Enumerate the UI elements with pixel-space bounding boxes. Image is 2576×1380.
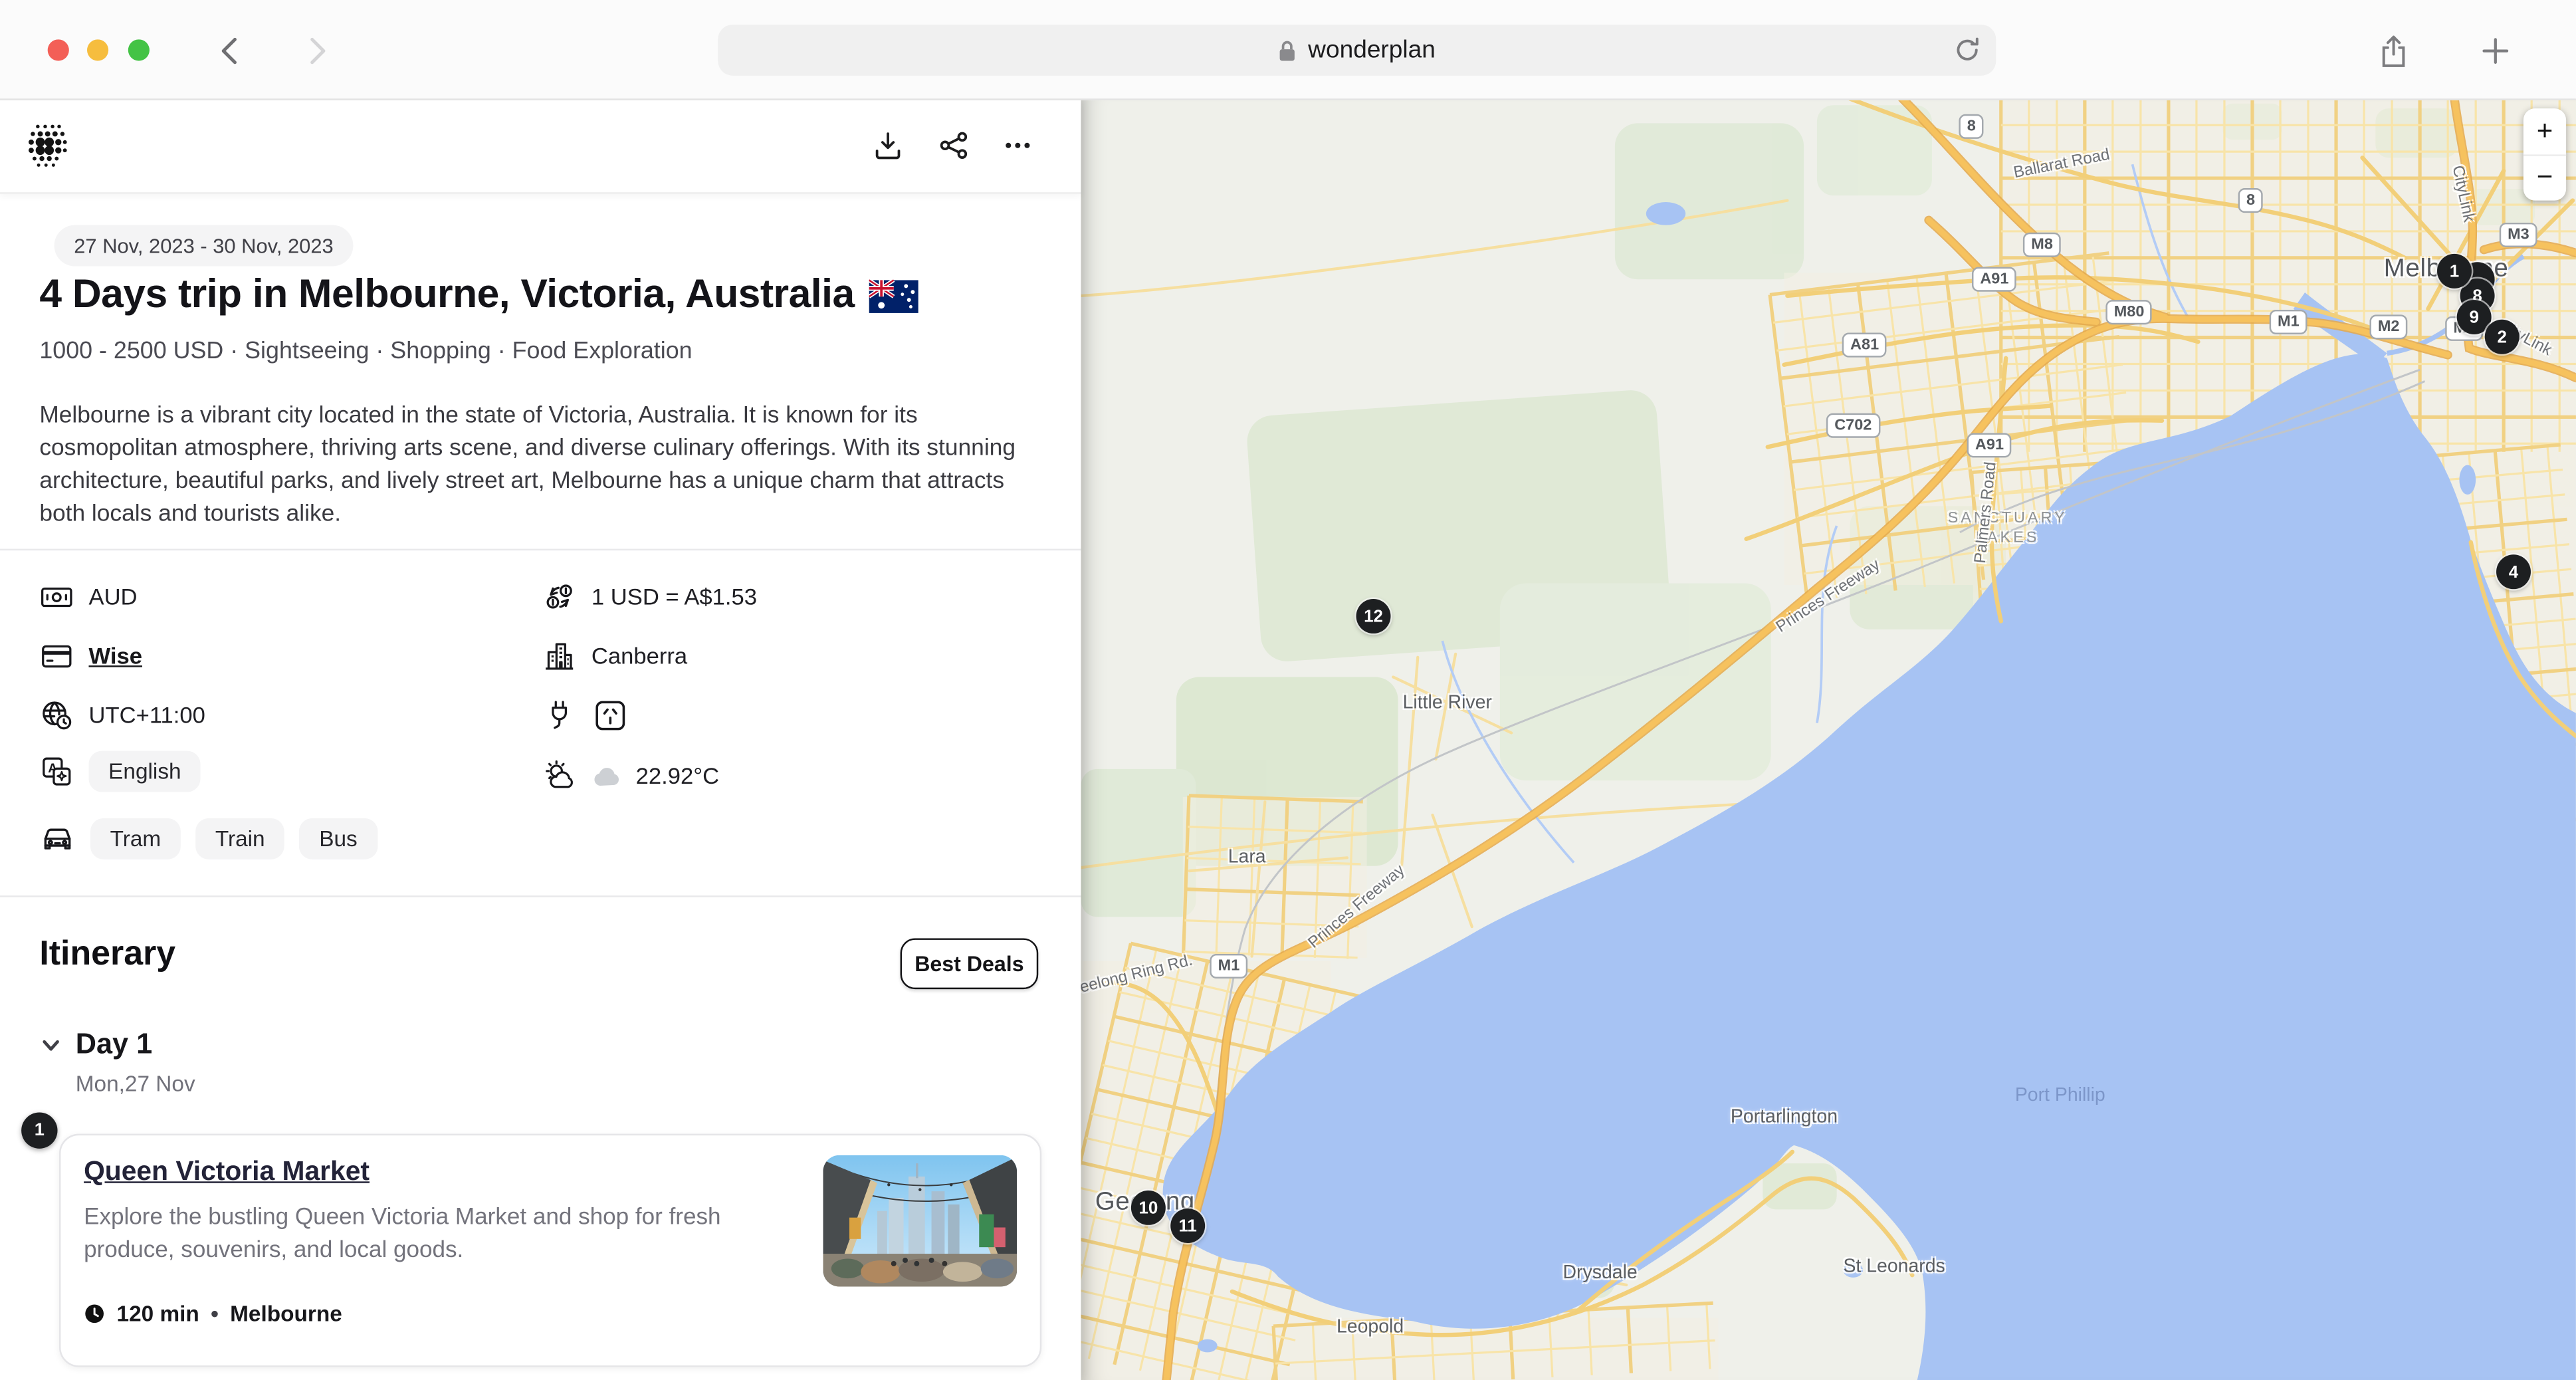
trip-description: Melbourne is a vibrant city located in t…: [39, 402, 1016, 528]
wise-link[interactable]: Wise: [88, 643, 142, 669]
zoom-out-button[interactable]: −: [2523, 154, 2567, 200]
fullscreen-window-button[interactable]: [128, 39, 150, 61]
map-label-leopold: Leopold: [1336, 1318, 1404, 1338]
language-tag: English: [88, 750, 201, 792]
new-tab-icon[interactable]: [2478, 33, 2514, 68]
transport-tag-tram: Tram: [90, 817, 181, 859]
map-marker-10[interactable]: 10: [1130, 1190, 1166, 1225]
browser-toolbar: wonderplan: [0, 0, 2576, 100]
map-zoom-control: + −: [2523, 108, 2567, 201]
reload-icon[interactable]: [1953, 36, 1981, 64]
activity-duration: 120 min: [116, 1301, 199, 1326]
address-bar[interactable]: wonderplan: [718, 25, 1996, 76]
power-socket-icon: [591, 696, 629, 734]
day-date: Mon,27 Nov: [75, 1071, 195, 1096]
share-page-icon[interactable]: [2375, 33, 2411, 68]
itinerary-heading: Itinerary: [39, 935, 176, 973]
wonderplan-logo-icon[interactable]: [23, 120, 72, 169]
map-label-sanctuary-lakes: SANCTUARY LAKES: [1947, 509, 2068, 548]
map-label-little-river: Little River: [1402, 693, 1492, 713]
panel-header: [0, 98, 1081, 194]
payment-row: Wise: [39, 633, 142, 679]
map-label-portarlington: Portarlington: [1730, 1107, 1838, 1127]
weather-row: 22.92°C: [542, 752, 719, 798]
url-text: wonderplan: [1308, 36, 1436, 64]
activity-card[interactable]: Queen Victoria Market Explore the bustli…: [58, 1133, 1042, 1367]
lock-icon: [1279, 39, 1297, 62]
route-shield-m3: M3: [2499, 222, 2538, 248]
minimize-window-button[interactable]: [87, 39, 109, 61]
day-1-toggle[interactable]: Day 1: [39, 1027, 152, 1062]
clock-icon: [84, 1303, 105, 1324]
transport-tags: Tram Train Bus: [90, 817, 377, 859]
more-options-icon[interactable]: [997, 125, 1036, 164]
sun-cloud-icon: [542, 758, 578, 794]
transport-row: Tram Train Bus: [39, 815, 377, 861]
car-icon: [39, 820, 75, 856]
forward-button[interactable]: [300, 35, 333, 67]
route-shield-c702: C702: [1826, 413, 1880, 438]
download-icon[interactable]: [867, 125, 907, 164]
route-shield-m80: M80: [2105, 300, 2153, 325]
translate-icon: A: [39, 753, 74, 788]
close-window-button[interactable]: [47, 39, 69, 61]
divider: [0, 548, 1081, 551]
share-trip-icon[interactable]: [933, 125, 972, 164]
separator-dot: •: [211, 1301, 219, 1326]
map-marker-12[interactable]: 12: [1356, 599, 1391, 633]
route-shield-m8: M8: [2022, 232, 2062, 257]
language-row: A English: [39, 748, 201, 794]
globe-clock-icon: [39, 697, 74, 732]
map-label-lara: Lara: [1228, 848, 1266, 868]
map-marker-11[interactable]: 11: [1170, 1208, 1206, 1243]
route-shield-m2: M2: [2369, 314, 2408, 340]
route-shield-a91: A91: [1971, 267, 2017, 292]
back-button[interactable]: [213, 35, 246, 67]
date-range-badge: 27 Nov, 2023 - 30 Nov, 2023: [54, 225, 354, 267]
activity-photo: [823, 1155, 1018, 1287]
activity-location: Melbourne: [230, 1301, 342, 1326]
city-buildings-icon: [542, 638, 577, 673]
activity-title-link[interactable]: Queen Victoria Market: [84, 1157, 370, 1188]
transport-tag-train: Train: [195, 817, 285, 859]
trip-meta: 1000 - 2500 USD · Sightseeing · Shopping…: [39, 338, 693, 365]
capital-row: Canberra: [542, 633, 687, 679]
cloud-icon: [593, 765, 621, 786]
currency-row: AUD: [39, 574, 138, 620]
trip-panel: 27 Nov, 2023 - 30 Nov, 2023 4 Days trip …: [0, 98, 1081, 1380]
route-shield-8: 8: [1959, 114, 1985, 139]
credit-card-icon: [39, 638, 74, 673]
map-label-drysdale: Drysdale: [1562, 1263, 1638, 1284]
map-base-art: [1081, 98, 2576, 1380]
chevron-down-icon[interactable]: [39, 1033, 62, 1056]
divider: [0, 895, 1081, 897]
route-shield-8: 8: [2238, 188, 2264, 213]
australia-flag-icon: [869, 278, 919, 313]
activity-1-marker: 1: [21, 1112, 58, 1149]
map-label-port-phillip: Port Phillip: [2014, 1086, 2105, 1106]
activity-footer: 120 min • Melbourne: [84, 1302, 342, 1326]
exchange-rate-row: 1 USD = A$1.53: [542, 574, 757, 620]
power-plug-icon: [542, 697, 577, 732]
activity-description: Explore the bustling Queen Victoria Mark…: [84, 1204, 721, 1264]
page-title: 4 Days trip in Melbourne, Victoria, Aust…: [39, 273, 919, 318]
map-marker-2[interactable]: 2: [2484, 319, 2520, 354]
zoom-in-button[interactable]: +: [2523, 108, 2566, 154]
route-shield-m1: M1: [2269, 309, 2308, 335]
browser-window: wonderplan 27 Nov, 2023 - 30 Nov, 2023 4…: [0, 0, 2576, 1380]
route-shield-m1: M1: [1210, 953, 1248, 979]
map-marker-4[interactable]: 4: [2496, 554, 2531, 590]
timezone-row: UTC+11:00: [39, 692, 205, 738]
banknote-icon: [39, 579, 74, 614]
route-shield-a91: A91: [1967, 433, 2012, 458]
map[interactable]: 88M3M8A91M80M1M2A81C702A91M1M1 Melbourne…: [1081, 98, 2576, 1380]
transport-tag-bus: Bus: [299, 817, 377, 859]
best-deals-button[interactable]: Best Deals: [900, 938, 1039, 990]
route-shield-a81: A81: [1842, 332, 1887, 358]
map-label-st-leonards: St Leonards: [1843, 1257, 1945, 1277]
currency-exchange-icon: [542, 579, 577, 614]
map-marker-1[interactable]: 1: [2437, 253, 2472, 288]
power-plug-row: [542, 692, 629, 738]
day-label: Day 1: [75, 1026, 153, 1060]
